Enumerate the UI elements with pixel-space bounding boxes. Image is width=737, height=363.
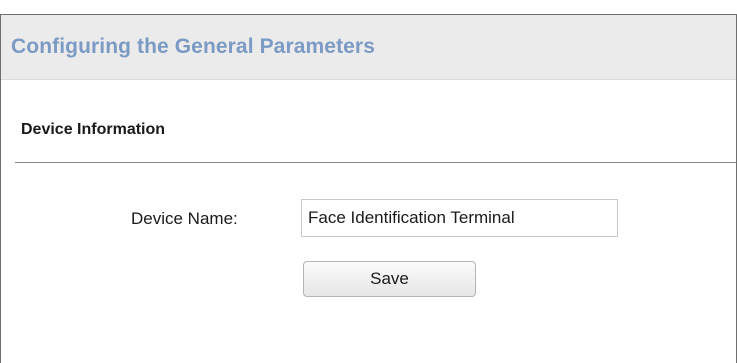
save-button[interactable]: Save [303,261,476,297]
title-bar: Configuring the General Parameters [1,15,736,80]
settings-panel: Configuring the General Parameters Devic… [0,14,737,363]
page-title: Configuring the General Parameters [11,35,375,58]
section-divider [15,162,736,163]
device-name-input[interactable] [301,199,618,237]
section-title-device-information: Device Information [21,121,166,138]
device-name-label: Device Name: [131,209,238,228]
